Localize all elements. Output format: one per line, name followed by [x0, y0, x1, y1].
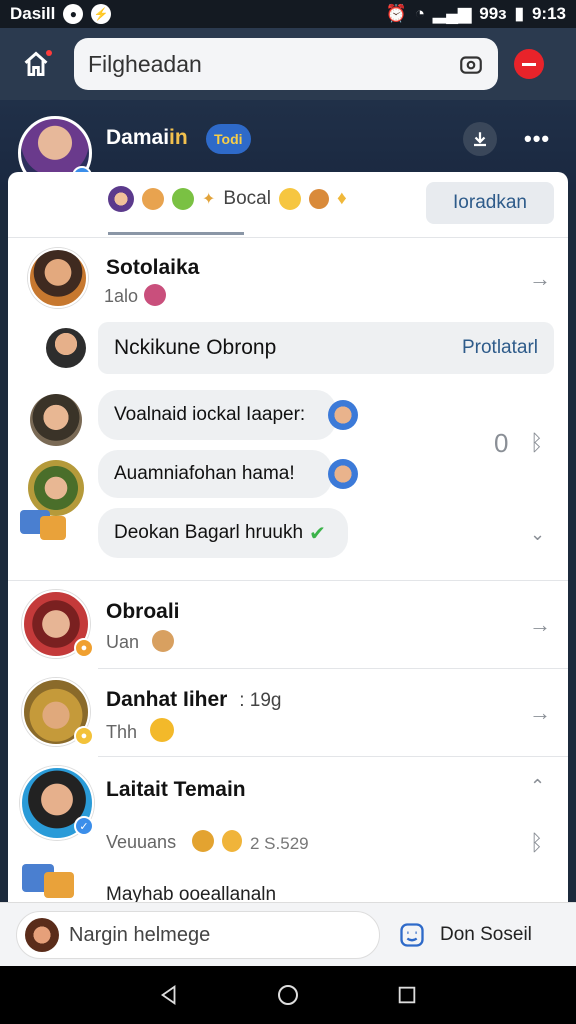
contact-meta-value: 19g	[249, 690, 282, 711]
profile-badge: Todi	[206, 124, 251, 154]
contact-arrow-icon[interactable]: →	[529, 700, 551, 725]
message-input[interactable]	[69, 923, 359, 947]
message-bubble[interactable]: Voalnaid iockal Iaaper:	[98, 390, 336, 440]
contact-name[interactable]: Obroali	[106, 600, 180, 624]
card-text: Nckikune Obronp	[114, 336, 277, 359]
send-label: Don Soseil	[440, 924, 532, 945]
emoji-icon	[192, 830, 214, 852]
sender-avatar	[30, 394, 82, 446]
contact-meta: 2 S.529	[250, 834, 309, 853]
bluetooth-icon[interactable]: ᛒ	[530, 830, 543, 856]
recents-icon	[398, 986, 415, 1004]
contact-sub: Uan	[106, 632, 140, 652]
card-action-link[interactable]: Protlatarl	[462, 337, 538, 359]
box-icon	[44, 872, 74, 898]
divider	[98, 756, 568, 757]
recents-button[interactable]	[393, 981, 421, 1009]
thread-avatar[interactable]	[28, 248, 88, 308]
search-input[interactable]	[88, 50, 458, 78]
clock: 9:13	[531, 4, 566, 23]
compose-box[interactable]	[16, 911, 380, 959]
tabs-row: ✦ Bocal ♦ Ioradkan	[8, 172, 568, 238]
contact-sub: Thh	[106, 722, 138, 742]
message-bubble[interactable]: Deokan Bagarl hruukh ✔	[98, 508, 348, 558]
profile-name-accent: in	[169, 126, 188, 149]
battery-icon: ▮	[514, 4, 524, 23]
status-icon: ●	[74, 726, 94, 746]
contact-name[interactable]: Laitait Temain	[106, 778, 246, 802]
bluetooth-icon[interactable]: ᛒ	[530, 430, 543, 456]
sender-avatar-2	[28, 460, 84, 516]
emoji-icon	[152, 630, 174, 652]
emoji-icon	[150, 718, 174, 742]
star-icon: ✦	[202, 191, 216, 208]
contact-name-text: Danhat Iiher	[106, 688, 228, 711]
stop-button[interactable]	[514, 49, 544, 79]
messenger-icon: ⚡	[91, 4, 112, 24]
chevron-down-icon[interactable]: ⌄	[530, 524, 545, 545]
tab-strip[interactable]: ✦ Bocal ♦	[108, 186, 347, 212]
home-circle-icon	[277, 985, 298, 1005]
home-nav-button[interactable]	[274, 981, 302, 1009]
download-button[interactable]	[463, 122, 497, 156]
thread-sub: 1alo	[104, 286, 139, 306]
chevron-up-icon[interactable]: ⌃	[530, 776, 545, 797]
contact-sub: Veuuans	[106, 832, 177, 852]
system-nav-bar	[0, 966, 576, 1024]
message-text: Deokan Bagarl hruukh	[114, 522, 304, 543]
top-bar	[0, 28, 576, 100]
flame-icon: ♦	[336, 188, 347, 209]
verified-icon: ✓	[74, 816, 94, 836]
heart-icon	[222, 830, 242, 852]
home-button[interactable]	[14, 42, 58, 86]
thread-arrow-icon[interactable]: →	[529, 266, 551, 291]
box-icon	[40, 516, 66, 540]
battery-level: 99з	[479, 4, 507, 23]
tab-label[interactable]: Bocal	[223, 188, 271, 210]
gift-icon	[144, 284, 166, 306]
contact-name[interactable]: Danhat Iiher : 19g	[106, 688, 281, 712]
user-avatar	[25, 918, 59, 952]
tab-action-button[interactable]: Ioradkan	[426, 182, 554, 224]
wifi-icon: ◔	[414, 4, 426, 23]
notification-dot	[46, 50, 52, 56]
send-button[interactable]: Don Soseil	[398, 911, 532, 959]
check-icon: ✔	[309, 522, 326, 545]
back-button[interactable]	[155, 981, 183, 1009]
profile-name-main: Damai	[106, 126, 170, 149]
signal-icon: ▂▄▆	[433, 4, 472, 23]
composer-bar: Don Soseil	[0, 902, 576, 966]
sticker-face-icon	[400, 923, 424, 947]
active-tab-indicator	[108, 232, 244, 235]
contact-meta: : 19g	[239, 690, 282, 711]
chat-panel: ✦ Bocal ♦ Ioradkan Sotolaika 1alo → Ncki…	[8, 172, 568, 972]
minus-icon	[522, 62, 536, 66]
reaction-avatar	[328, 459, 358, 489]
card-avatar	[46, 328, 86, 368]
contact-arrow-icon[interactable]: →	[529, 612, 551, 637]
status-icon: ●	[74, 638, 94, 658]
camera-search-icon[interactable]	[458, 51, 484, 77]
carrier-label: Dasill	[10, 4, 56, 23]
status-bar: Dasill ● ⚡ ⏰ ◔ ▂▄▆ 99з ▮ 9:13	[0, 0, 576, 28]
divider	[98, 668, 568, 669]
more-options-icon[interactable]: •••	[524, 126, 550, 152]
emoji-icon	[278, 188, 301, 210]
reaction-avatar	[328, 400, 358, 430]
card-bubble[interactable]: Nckikune Obronp Protlatarl	[98, 322, 554, 374]
divider	[8, 580, 568, 581]
alarm-icon: ⏰	[385, 4, 407, 23]
search-box[interactable]	[74, 38, 498, 90]
camera-icon: ●	[63, 4, 84, 24]
profile-name: Damaiin	[106, 126, 188, 150]
thread-name[interactable]: Sotolaika	[106, 256, 199, 280]
back-icon	[161, 985, 176, 1005]
side-counter: 0	[494, 428, 509, 458]
message-bubble[interactable]: Auamniafohan hama!	[98, 450, 332, 498]
avatar-tab-icon[interactable]	[108, 186, 134, 212]
cookie-icon	[308, 189, 329, 209]
face-tab-icon[interactable]	[142, 188, 164, 210]
download-icon	[474, 132, 486, 147]
gift-tab-icon[interactable]	[172, 188, 194, 210]
